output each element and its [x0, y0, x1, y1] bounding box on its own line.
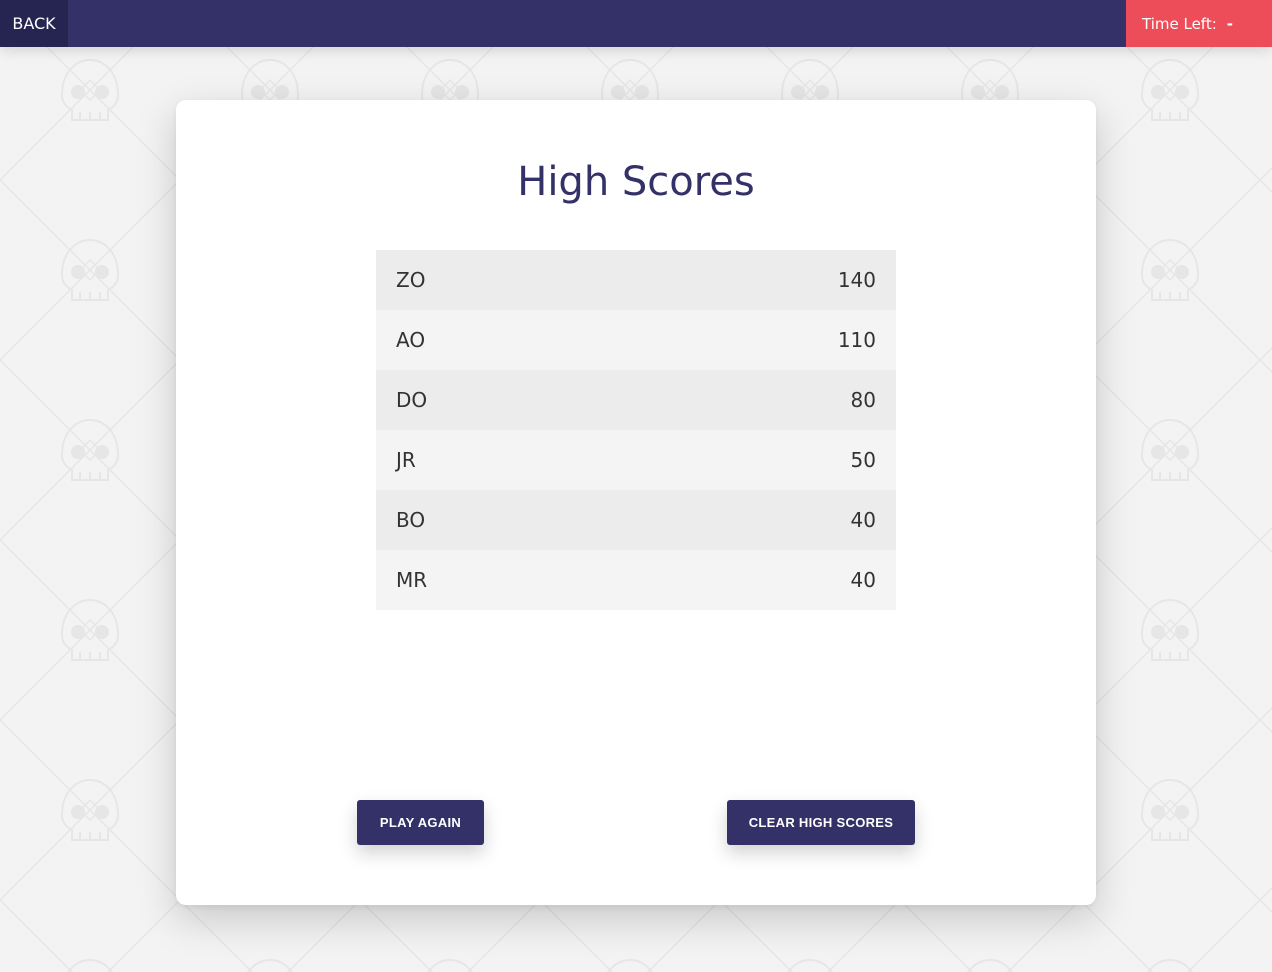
player-name: DO: [396, 388, 428, 412]
player-score: 50: [850, 448, 876, 472]
player-score: 140: [837, 268, 876, 292]
player-name: AO: [396, 328, 426, 352]
player-score: 40: [850, 508, 876, 532]
time-left-indicator: Time Left: -: [1126, 0, 1272, 47]
back-button[interactable]: BACK: [0, 0, 68, 47]
score-row: BO 40: [376, 490, 896, 550]
score-row: AO 110: [376, 310, 896, 370]
clear-high-scores-button[interactable]: CLEAR HIGH SCORES: [727, 800, 915, 845]
score-row: JR 50: [376, 430, 896, 490]
play-again-button[interactable]: PLAY AGAIN: [357, 800, 484, 845]
high-scores-card: High Scores ZO 140 AO 110 DO 80 JR 50 BO…: [176, 100, 1096, 905]
high-scores-table: ZO 140 AO 110 DO 80 JR 50 BO 40 MR 40: [376, 250, 896, 610]
player-name: BO: [396, 508, 426, 532]
top-bar: BACK Time Left: -: [0, 0, 1272, 47]
player-name: MR: [396, 568, 428, 592]
player-score: 80: [850, 388, 876, 412]
player-score: 110: [837, 328, 876, 352]
score-row: MR 40: [376, 550, 896, 610]
score-row: ZO 140: [376, 250, 896, 310]
time-left-label: Time Left:: [1142, 15, 1217, 33]
page-title: High Scores: [517, 159, 755, 205]
time-left-value: -: [1226, 15, 1233, 33]
score-row: DO 80: [376, 370, 896, 430]
player-name: ZO: [396, 268, 426, 292]
player-score: 40: [850, 568, 876, 592]
player-name: JR: [396, 448, 416, 472]
